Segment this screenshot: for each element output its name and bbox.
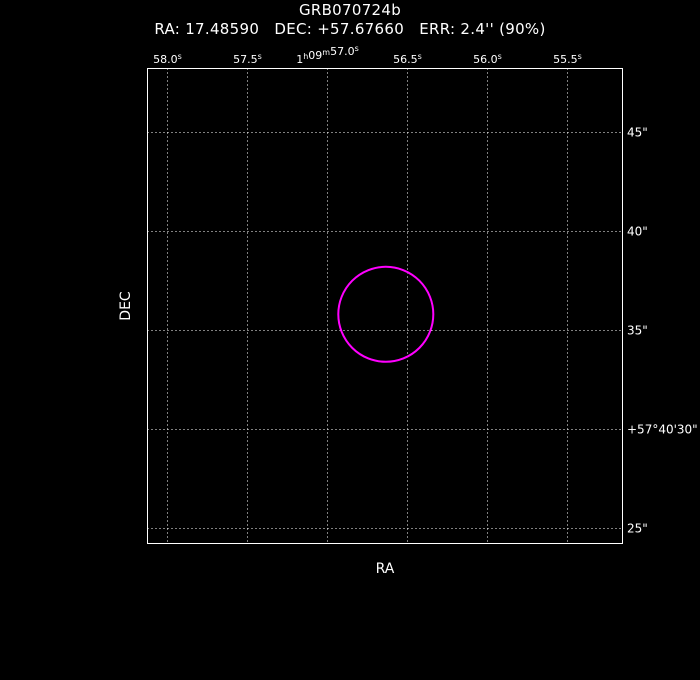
y-tick-labels: 45" 40" 35" +57°40'30" 25" [627,126,698,536]
grid-lines [147,68,623,544]
y-axis-label: DEC [118,291,134,321]
x-tick-label: 1h09m57.0s [296,44,359,66]
x-tick-label: 55.5s [553,52,582,66]
y-tick-label: 35" [627,324,648,338]
error-circle [337,265,435,363]
x-tick-label: 58.0s [153,52,182,66]
x-tick-label: 56.5s [393,52,422,66]
x-tick-labels: 58.0s 57.5s 1h09m57.0s 56.5s 56.0s 55.5s [153,44,582,66]
x-tick-label: 57.5s [233,52,262,66]
x-axis-label: RA [376,561,395,577]
y-tick-label: +57°40'30" [627,423,698,437]
y-tick-label: 25" [627,522,648,536]
x-tick-label: 56.0s [473,52,502,66]
y-tick-label: 40" [627,225,648,239]
plot-frame [147,68,623,544]
y-tick-label: 45" [627,126,648,140]
finding-chart: 58.0s 57.5s 1h09m57.0s56.5s 56.0s 55.5s 45"4… [118,44,698,577]
